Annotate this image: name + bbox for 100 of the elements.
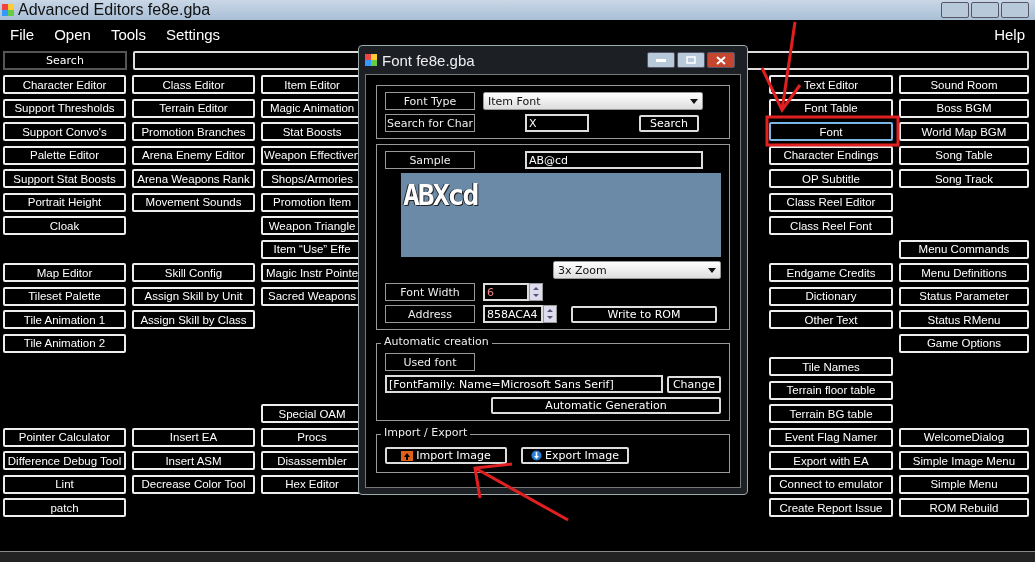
import-image-button[interactable]: Import Image: [385, 447, 507, 464]
editor-button[interactable]: Difference Debug Tool: [3, 451, 126, 470]
minimize-button[interactable]: [647, 52, 675, 68]
export-image-button[interactable]: Export Image: [521, 447, 629, 464]
editor-button[interactable]: Terrain floor table: [769, 380, 893, 400]
editor-button[interactable]: Tile Animation 1: [3, 310, 126, 329]
editor-button[interactable]: Simple Menu: [899, 474, 1029, 494]
automatic-generation-button[interactable]: Automatic Generation: [491, 397, 721, 414]
menu-item[interactable]: Settings: [165, 25, 221, 43]
field-label: Sample: [385, 151, 475, 169]
editor-button[interactable]: Support Convo's: [3, 122, 126, 141]
editor-button[interactable]: Terrain BG table: [769, 404, 893, 423]
editor-button[interactable]: Insert ASM: [132, 451, 255, 470]
field-label: Search for Char: [385, 114, 475, 132]
address-field[interactable]: 858ACA4: [483, 305, 543, 323]
editor-button[interactable]: Game Options: [899, 333, 1029, 353]
editor-button[interactable]: Pointer Calculator: [3, 427, 126, 447]
editor-button[interactable]: Font: [769, 122, 893, 141]
editor-button[interactable]: Event Flag Namer: [769, 427, 893, 447]
editor-button[interactable]: Class Reel Font: [769, 216, 893, 235]
editor-button[interactable]: Character Editor: [3, 75, 126, 94]
close-button[interactable]: [1001, 2, 1029, 18]
editor-button[interactable]: Portrait Height: [3, 192, 126, 212]
editor-button[interactable]: Song Table: [899, 145, 1029, 165]
spinner-arrows-icon[interactable]: [529, 283, 543, 301]
editor-button[interactable]: Simple Image Menu: [899, 451, 1029, 470]
used-font-field[interactable]: [FontFamily: Name=Microsoft Sans Serif]: [385, 375, 663, 393]
dropdown-caret-icon: [708, 267, 716, 273]
spinner-arrows-icon[interactable]: [543, 305, 557, 323]
maximize-icon: [686, 56, 696, 64]
editor-button[interactable]: Menu Commands: [899, 239, 1029, 259]
editor-button[interactable]: Other Text: [769, 310, 893, 329]
editor-button[interactable]: World Map BGM: [899, 122, 1029, 141]
font-width-field[interactable]: 6: [483, 283, 529, 301]
minimize-icon: [656, 58, 666, 62]
minimize-button[interactable]: [941, 2, 969, 18]
editor-button[interactable]: Boss BGM: [899, 98, 1029, 118]
editor-button[interactable]: Map Editor: [3, 263, 126, 282]
editor-button[interactable]: Menu Definitions: [899, 263, 1029, 282]
font-type-dropdown[interactable]: Item Font: [483, 92, 703, 110]
editor-button[interactable]: Cloak: [3, 216, 126, 235]
maximize-button[interactable]: [971, 2, 999, 18]
editor-button[interactable]: Song Track: [899, 169, 1029, 188]
editor-button[interactable]: Terrain Editor: [132, 98, 255, 118]
change-button[interactable]: Change: [666, 375, 721, 393]
editor-button[interactable]: Skill Config: [132, 263, 255, 282]
zoom-dropdown[interactable]: 3x Zoom: [553, 261, 721, 279]
group-legend: Import / Export: [381, 426, 471, 439]
download-icon: [531, 450, 542, 461]
close-icon: [716, 55, 726, 65]
editor-button[interactable]: Support Thresholds: [3, 98, 126, 118]
close-button[interactable]: [707, 52, 735, 68]
menu-item[interactable]: File: [10, 25, 35, 43]
field-label: Address: [385, 305, 475, 323]
editor-button[interactable]: Tile Animation 2: [3, 333, 126, 353]
editor-button[interactable]: Arena Enemy Editor: [132, 145, 255, 165]
editor-button[interactable]: Sound Room: [899, 75, 1029, 94]
app-icon: [2, 4, 14, 16]
dropdown-caret-icon: [690, 98, 698, 104]
dialog-title: Font fe8e.gba: [382, 51, 475, 69]
preview-text: ABXcd: [403, 179, 478, 212]
write-to-rom-button[interactable]: Write to ROM: [571, 305, 717, 323]
field-label: Font Width: [385, 283, 475, 301]
editor-button[interactable]: Assign Skill by Unit: [132, 286, 255, 306]
char-input-field[interactable]: X: [525, 114, 589, 132]
editor-button[interactable]: Text Editor: [769, 75, 893, 94]
editor-button[interactable]: WelcomeDialog: [899, 427, 1029, 447]
editor-button[interactable]: Movement Sounds: [132, 192, 255, 212]
field-label: Font Type: [385, 92, 475, 110]
search-button[interactable]: Search: [639, 114, 699, 132]
sample-input-field[interactable]: AB@cd: [525, 151, 703, 169]
editor-button[interactable]: ROM Rebuild: [899, 498, 1029, 517]
menu-item[interactable]: Open: [54, 25, 91, 43]
editor-button[interactable]: Palette Editor: [3, 145, 126, 165]
editor-button[interactable]: Support Stat Boosts: [3, 169, 126, 188]
editor-button[interactable]: Status RMenu: [899, 310, 1029, 329]
editor-button[interactable]: Endgame Credits: [769, 263, 893, 282]
editor-button[interactable]: Lint: [3, 474, 126, 494]
search-button[interactable]: Search: [3, 51, 127, 70]
menu-item[interactable]: Tools: [110, 25, 146, 43]
editor-button[interactable]: patch: [3, 498, 126, 517]
editor-button[interactable]: OP Subtitle: [769, 169, 893, 188]
editor-button[interactable]: Tileset Palette: [3, 286, 126, 306]
editor-button[interactable]: Export with EA: [769, 451, 893, 470]
editor-button[interactable]: Status Parameter: [899, 286, 1029, 306]
upload-icon: [401, 450, 414, 461]
editor-button[interactable]: Decrease Color Tool: [132, 474, 255, 494]
editor-button[interactable]: Promotion Branches: [132, 122, 255, 141]
editor-button[interactable]: Tile Names: [769, 357, 893, 376]
editor-button[interactable]: Create Report Issue: [769, 498, 893, 517]
editor-button[interactable]: Class Reel Editor: [769, 192, 893, 212]
editor-button[interactable]: Class Editor: [132, 75, 255, 94]
editor-button[interactable]: Assign Skill by Class: [132, 310, 255, 329]
dialog-icon: [365, 54, 377, 66]
editor-button[interactable]: Arena Weapons Rank: [132, 169, 255, 188]
menu-item[interactable]: Help: [994, 25, 1025, 43]
maximize-button[interactable]: [677, 52, 705, 68]
editor-button[interactable]: Insert EA: [132, 427, 255, 447]
editor-button[interactable]: Connect to emulator: [769, 474, 893, 494]
editor-button[interactable]: Dictionary: [769, 286, 893, 306]
